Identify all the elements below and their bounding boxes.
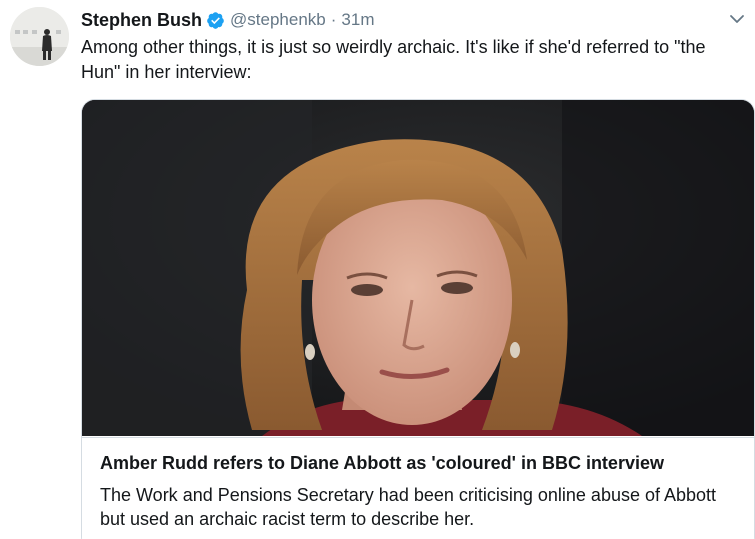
dot-separator: · <box>330 10 337 29</box>
card-description: The Work and Pensions Secretary had been… <box>100 485 717 529</box>
amber-rudd-photo <box>82 100 754 436</box>
card-title[interactable]: Amber Rudd refers to Diane Abbott as 'co… <box>100 453 664 474</box>
display-name[interactable]: Stephen Bush <box>81 10 202 31</box>
link-card[interactable]: Amber Rudd refers to Diane Abbott as 'co… <box>81 99 755 539</box>
timestamp[interactable]: 31m <box>341 10 374 30</box>
card-image[interactable] <box>82 100 754 436</box>
card-body[interactable]: Amber Rudd refers to Diane Abbott as 'co… <box>82 437 754 539</box>
verified-badge-icon <box>206 11 225 30</box>
chevron-down-icon[interactable] <box>727 9 747 29</box>
tweet-header: Stephen Bush @stephenkb · 31m <box>81 8 374 32</box>
tweet-text: Among other things, it is just so weirdl… <box>81 37 711 82</box>
avatar-photo <box>10 7 69 66</box>
tweet: Stephen Bush @stephenkb · 31m Among othe… <box>0 0 755 539</box>
user-handle[interactable]: @stephenkb <box>230 10 326 30</box>
avatar[interactable] <box>10 7 69 66</box>
